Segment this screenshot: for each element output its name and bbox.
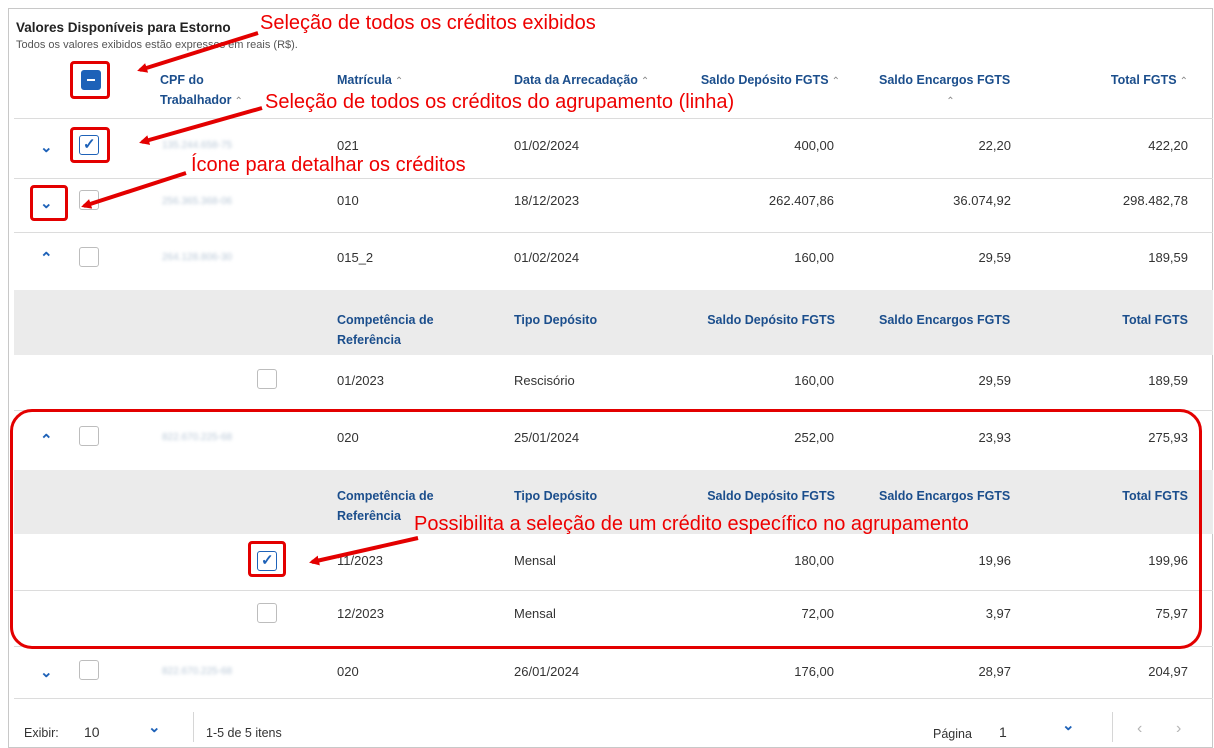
- col-header-cpf[interactable]: CPF do Trabalhador ⌃: [160, 70, 243, 112]
- cpf-value: 256.365.368-06: [162, 196, 233, 207]
- page-size-select[interactable]: 10: [84, 724, 100, 740]
- saldo-encargos-value: 22,20: [978, 138, 1011, 153]
- chevron-down-icon[interactable]: ⌄: [1062, 716, 1075, 734]
- sort-icon[interactable]: ⌃: [235, 96, 243, 107]
- annotation-select-group: Seleção de todos os créditos do agrupame…: [265, 91, 735, 113]
- competencia-value: 01/2023: [337, 373, 384, 388]
- col-header-total[interactable]: Total FGTS ⌃: [1060, 70, 1188, 92]
- saldo-deposito-value: 262.407,86: [768, 193, 834, 208]
- cpf-value: 264.128.806-30: [162, 252, 233, 263]
- annotation-select-all: Seleção de todos os créditos exibidos: [260, 12, 596, 34]
- panel-subtitle: Todos os valores exibidos estão expresso…: [16, 39, 298, 51]
- col-header-data-arrecadacao[interactable]: Data da Arrecadação ⌃: [514, 70, 649, 92]
- matricula-value: 010: [337, 193, 359, 208]
- divider: [14, 698, 1213, 699]
- sort-icon[interactable]: ⌃: [641, 76, 649, 87]
- total-value: 189,59: [1148, 250, 1188, 265]
- cpf-value: 822.670.225-68: [162, 666, 233, 677]
- detail-row-checkbox[interactable]: [257, 369, 277, 389]
- total-value: 204,97: [1148, 664, 1188, 679]
- sort-icon[interactable]: ⌃: [395, 76, 403, 87]
- saldo-deposito-value: 160,00: [794, 373, 834, 388]
- divider: [14, 118, 1213, 119]
- chevron-left-icon[interactable]: ‹: [1137, 720, 1142, 738]
- footer-divider: [1112, 712, 1113, 742]
- sort-icon[interactable]: ⌃: [832, 76, 840, 87]
- data-arrecadacao-value: 01/02/2024: [514, 250, 580, 265]
- divider: [14, 232, 1213, 233]
- saldo-deposito-value: 400,00: [794, 138, 834, 153]
- saldo-encargos-value: 36.074,92: [953, 193, 1011, 208]
- panel-title: Valores Disponíveis para Estorno: [16, 20, 231, 35]
- data-arrecadacao-value: 26/01/2024: [514, 664, 580, 679]
- page-size-label: Exibir:: [24, 726, 59, 740]
- chevron-down-icon[interactable]: ⌄: [40, 663, 53, 681]
- cpf-value: 135.244.658-75: [162, 140, 233, 151]
- detail-header-saldo-deposito: Saldo Depósito FGTS: [707, 313, 835, 327]
- detail-header-competencia: Competência de Referência: [337, 313, 434, 347]
- detail-header-saldo-encargos: Saldo Encargos FGTS: [879, 313, 1011, 327]
- data-arrecadacao-value: 18/12/2023: [514, 193, 580, 208]
- page-label: Página: [933, 727, 972, 741]
- annotation-select-specific: Possibilita a seleção de um crédito espe…: [414, 513, 969, 535]
- page-number-select[interactable]: 1: [999, 724, 1007, 740]
- total-value: 422,20: [1148, 138, 1188, 153]
- highlight-expand-icon: [30, 185, 68, 221]
- sort-icon[interactable]: ⌃: [1180, 76, 1188, 87]
- total-value: 298.482,78: [1122, 193, 1188, 208]
- row-checkbox[interactable]: [79, 190, 99, 210]
- chevron-down-icon[interactable]: ⌄: [40, 138, 53, 156]
- row-checkbox[interactable]: [79, 660, 99, 680]
- footer-divider: [193, 712, 194, 742]
- chevron-up-icon[interactable]: ⌃: [40, 249, 53, 267]
- col-header-saldo-deposito[interactable]: Saldo Depósito FGTS ⌃: [680, 70, 840, 92]
- matricula-value: 020: [337, 664, 359, 679]
- highlight-select-all: [70, 61, 110, 99]
- saldo-deposito-value: 160,00: [794, 250, 834, 265]
- chevron-right-icon[interactable]: ›: [1176, 720, 1181, 738]
- detail-header-total: Total FGTS: [1122, 313, 1188, 327]
- detail-header-band: [14, 290, 1213, 355]
- detail-header-tipo: Tipo Depósito: [514, 313, 598, 327]
- data-arrecadacao-value: 01/02/2024: [514, 138, 580, 153]
- col-header-saldo-encargos[interactable]: Saldo Encargos FGTS ⌃: [879, 70, 1019, 112]
- col-header-matricula[interactable]: Matrícula ⌃: [337, 70, 403, 92]
- saldo-deposito-value: 176,00: [794, 664, 834, 679]
- matricula-value: 015_2: [337, 250, 374, 265]
- row-checkbox[interactable]: [79, 247, 99, 267]
- annotation-detail-icon: Ícone para detalhar os créditos: [191, 154, 466, 176]
- divider: [14, 178, 1213, 179]
- saldo-encargos-value: 29,59: [978, 373, 1011, 388]
- matricula-value: 021: [337, 138, 359, 153]
- saldo-encargos-value: 29,59: [978, 250, 1011, 265]
- item-range-text: 1-5 de 5 itens: [206, 726, 282, 740]
- sort-icon[interactable]: ⌃: [946, 96, 954, 107]
- saldo-encargos-value: 28,97: [978, 664, 1011, 679]
- highlight-row-select: [70, 127, 110, 163]
- chevron-down-icon[interactable]: ⌄: [148, 718, 161, 736]
- tipo-deposito-value: Rescisório: [514, 373, 575, 388]
- total-value: 189,59: [1148, 373, 1188, 388]
